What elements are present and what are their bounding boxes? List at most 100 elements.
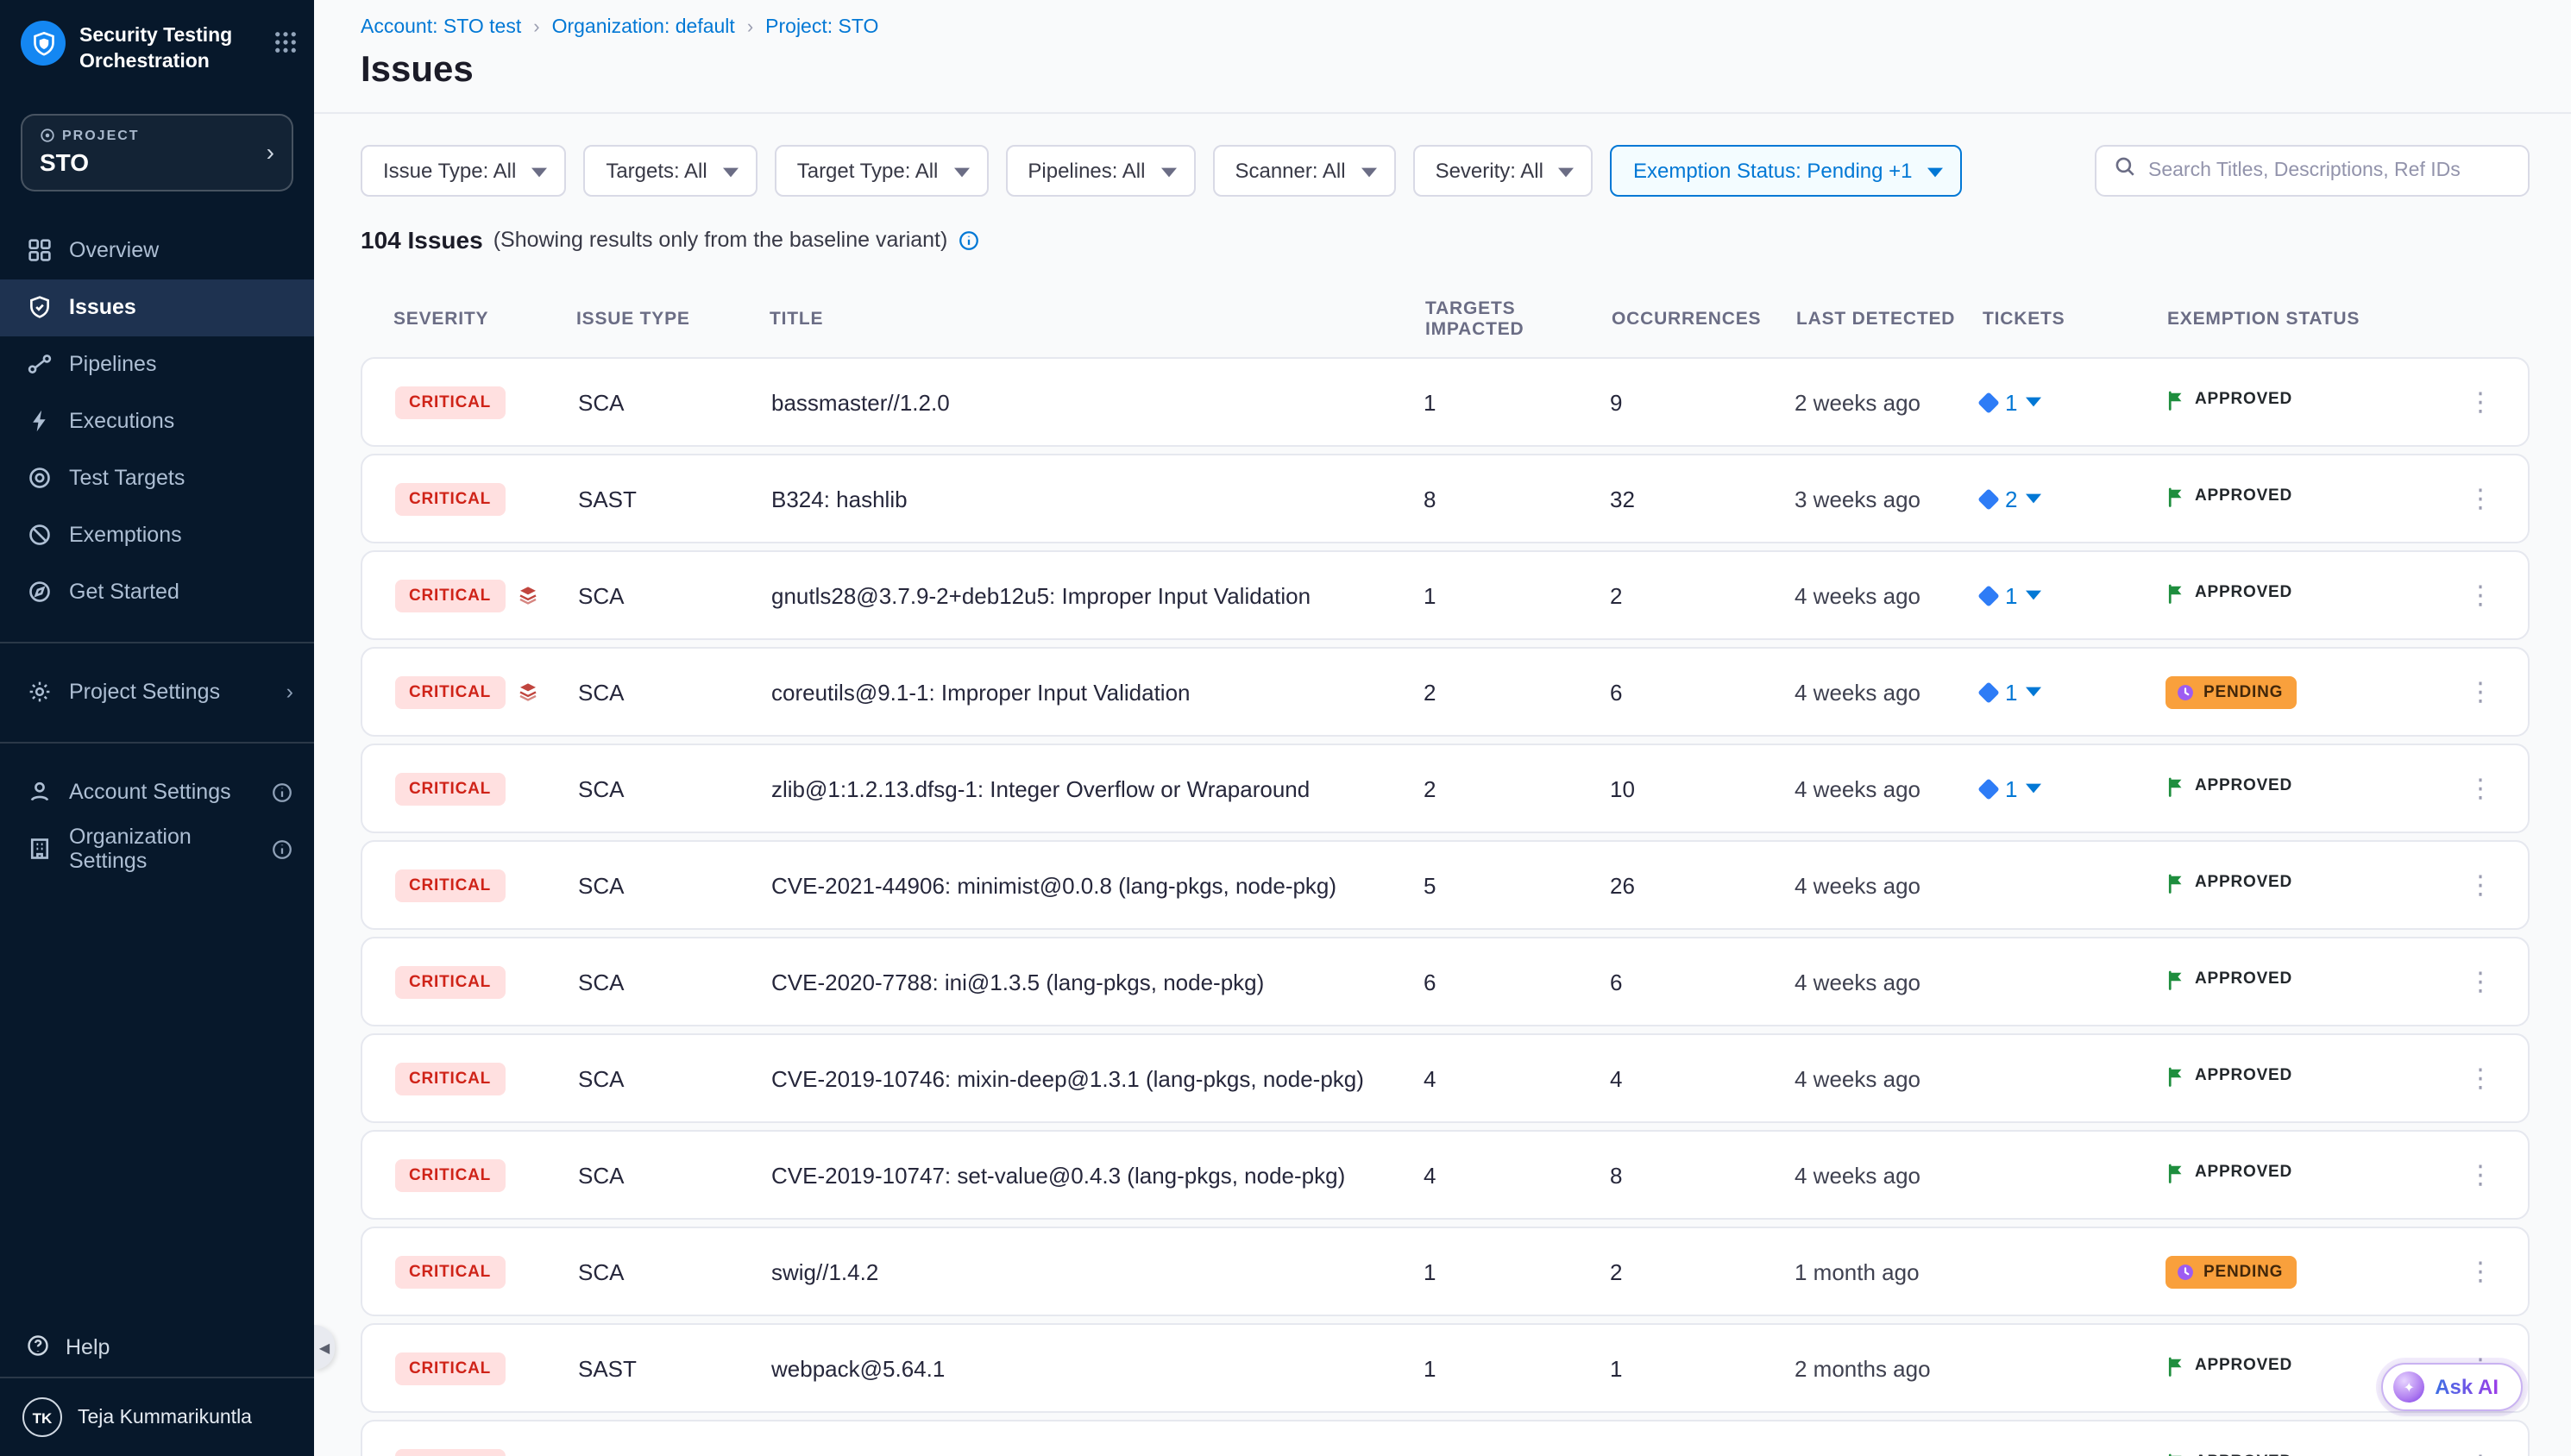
chevron-down-icon: [1559, 159, 1575, 183]
filter-severity[interactable]: Severity: All: [1413, 145, 1594, 197]
filter-scanner[interactable]: Scanner: All: [1212, 145, 1395, 197]
search-input[interactable]: [2148, 160, 2511, 181]
row-menu-button[interactable]: ⋮: [2454, 961, 2507, 1004]
sidebar-item-organization-settings[interactable]: Organization Settings: [0, 821, 314, 878]
severity-badge: CRITICAL: [395, 1158, 505, 1191]
table-row[interactable]: CRITICAL SCA CVE-2020-7788: ini@1.3.5 (l…: [361, 937, 2530, 1026]
row-menu-button[interactable]: ⋮: [2454, 1251, 2507, 1294]
sidebar-item-label: Account Settings: [69, 781, 231, 805]
sidebar-item-help[interactable]: Help: [0, 1318, 314, 1377]
issue-title[interactable]: CVE-2020-7788: ini@1.3.5 (lang-pkgs, nod…: [771, 969, 1424, 995]
issue-title[interactable]: CVE-2021-44906: minimist@0.0.8 (lang-pkg…: [771, 872, 1424, 898]
issue-title[interactable]: zlib@1:1.2.13.dfsg-1: Integer Overflow o…: [771, 775, 1424, 801]
info-icon[interactable]: [958, 229, 980, 251]
ticket-count-dropdown[interactable]: 1: [1981, 389, 2041, 415]
sidebar-item-overview[interactable]: Overview: [0, 223, 314, 279]
sidebar-item-issues[interactable]: Issues: [0, 279, 314, 336]
table-row[interactable]: CRITICAL SCA coreutils@9.1-1: Improper I…: [361, 647, 2530, 737]
table-row[interactable]: CRITICAL SCA swig//1.4.2 1 2 1 month ago: [361, 1227, 2530, 1316]
row-menu-button[interactable]: ⋮: [2454, 768, 2507, 811]
help-label: Help: [66, 1335, 110, 1359]
table-row[interactable]: CRITICAL SCA CVE-2021-44906: minimist@0.…: [361, 840, 2530, 930]
row-menu-button[interactable]: ⋮: [2454, 671, 2507, 714]
issue-title[interactable]: webpack@5.64.1: [771, 1355, 1424, 1381]
row-menu-button[interactable]: ⋮: [2454, 864, 2507, 907]
user-profile[interactable]: TK Teja Kummarikuntla: [0, 1377, 314, 1456]
approved-flag-icon: [2166, 1065, 2186, 1086]
ticket-count-dropdown[interactable]: 1: [1981, 582, 2041, 608]
ticket-count-dropdown[interactable]: 2: [1981, 486, 2041, 511]
module-picker-icon[interactable]: [274, 21, 297, 62]
issue-title[interactable]: CVE-2019-10747: set-value@0.4.3 (lang-pk…: [771, 1162, 1424, 1188]
sidebar-item-exemptions[interactable]: Exemptions: [0, 507, 314, 564]
table-row[interactable]: CRITICAL SAST webpack@5.64.1 1 1 2 month…: [361, 1323, 2530, 1413]
project-selector[interactable]: PROJECT STO ›: [21, 114, 293, 191]
exemption-status-badge: APPROVED: [2166, 389, 2292, 410]
sidebar-item-test-targets[interactable]: Test Targets: [0, 450, 314, 507]
sidebar-item-get-started[interactable]: Get Started: [0, 564, 314, 621]
issue-title[interactable]: CVE-2019-10746: mixin-deep@1.3.1 (lang-p…: [771, 1065, 1424, 1091]
exemption-cell: APPROVED: [2166, 969, 2424, 995]
ticket-count-dropdown[interactable]: 1: [1981, 679, 2041, 705]
sidebar-item-pipelines[interactable]: Pipelines: [0, 336, 314, 393]
sidebar-item-label: Overview: [69, 239, 159, 263]
issue-title[interactable]: swig//1.4.2: [771, 1258, 1424, 1284]
breadcrumb-project-link[interactable]: Project: STO: [765, 17, 878, 38]
chevron-right-icon: ›: [533, 17, 539, 38]
pending-icon: [2176, 1262, 2195, 1281]
sidebar-item-account-settings[interactable]: Account Settings: [0, 764, 314, 821]
tickets-cell: 1: [1981, 775, 2166, 801]
table-row[interactable]: CRITICAL SAST django@1.2 1 22 2 months a…: [361, 1420, 2530, 1456]
issue-title[interactable]: gnutls28@3.7.9-2+deb12u5: Improper Input…: [771, 582, 1424, 608]
table-row[interactable]: CRITICAL SCA gnutls28@3.7.9-2+deb12u5: I…: [361, 550, 2530, 640]
sidebar-item-executions[interactable]: Executions: [0, 393, 314, 450]
exemption-status-label: PENDING: [2203, 1262, 2283, 1281]
tickets-cell: 2: [1981, 486, 2166, 511]
info-icon[interactable]: [271, 781, 293, 804]
jira-ticket-icon: [1977, 777, 1999, 799]
row-menu-button[interactable]: ⋮: [2454, 1057, 2507, 1101]
breadcrumb-account-link[interactable]: Account: STO test: [361, 17, 521, 38]
filter-exemption-status[interactable]: Exemption Status: Pending +1: [1611, 145, 1963, 197]
exemption-cell: APPROVED: [2166, 486, 2424, 511]
chevron-down-icon: [1361, 159, 1377, 183]
table-row[interactable]: CRITICAL SCA CVE-2019-10746: mixin-deep@…: [361, 1033, 2530, 1123]
row-menu-button[interactable]: ⋮: [2454, 1154, 2507, 1197]
breadcrumb-org-link[interactable]: Organization: default: [552, 17, 735, 38]
table-row[interactable]: CRITICAL SCA zlib@1:1.2.13.dfsg-1: Integ…: [361, 744, 2530, 833]
exemption-cell: APPROVED: [2166, 1065, 2424, 1091]
filter-targets[interactable]: Targets: All: [583, 145, 757, 197]
exemption-status-badge: APPROVED: [2166, 872, 2292, 893]
filter-target-type[interactable]: Target Type: All: [775, 145, 989, 197]
filter-pipelines[interactable]: Pipelines: All: [1005, 145, 1195, 197]
ticket-count-dropdown[interactable]: 1: [1981, 775, 2041, 801]
issue-title[interactable]: bassmaster//1.2.0: [771, 389, 1424, 415]
jira-ticket-icon: [1977, 487, 1999, 509]
severity-cell: CRITICAL: [395, 482, 578, 515]
issue-type-cell: SCA: [578, 582, 771, 608]
search-box: [2095, 145, 2530, 197]
issue-title[interactable]: B324: hashlib: [771, 486, 1424, 511]
row-menu-button[interactable]: ⋮: [2454, 574, 2507, 618]
table-row[interactable]: CRITICAL SCA bassmaster//1.2.0 1 9 2 wee…: [361, 357, 2530, 447]
info-icon[interactable]: [271, 838, 293, 861]
issue-title[interactable]: coreutils@9.1-1: Improper Input Validati…: [771, 679, 1424, 705]
targets-impacted-cell: 5: [1424, 872, 1610, 898]
targets-impacted-cell: 1: [1424, 1258, 1610, 1284]
table-row[interactable]: CRITICAL SCA CVE-2019-10747: set-value@0…: [361, 1130, 2530, 1220]
sidebar-item-project-settings[interactable]: Project Settings ›: [0, 664, 314, 721]
filter-issue-type[interactable]: Issue Type: All: [361, 145, 566, 197]
row-menu-button[interactable]: ⋮: [2454, 478, 2507, 521]
severity-badge: CRITICAL: [395, 965, 505, 998]
occurrences-cell: 10: [1610, 775, 1795, 801]
table-row[interactable]: CRITICAL SAST B324: hashlib 8 32 3 weeks…: [361, 454, 2530, 543]
row-menu-button[interactable]: ⋮: [2454, 381, 2507, 424]
exemption-status-badge: PENDING: [2166, 1255, 2297, 1288]
breadcrumb: Account: STO test › Organization: defaul…: [361, 17, 2530, 38]
ask-ai-button[interactable]: ✦ Ask AI: [2381, 1363, 2523, 1411]
severity-cell: CRITICAL: [395, 1352, 578, 1384]
exemption-status-label: PENDING: [2203, 682, 2283, 701]
row-menu-button[interactable]: ⋮: [2454, 1444, 2507, 1456]
issue-title[interactable]: django@1.2: [771, 1452, 1424, 1456]
exemption-cell: APPROVED: [2166, 389, 2424, 415]
